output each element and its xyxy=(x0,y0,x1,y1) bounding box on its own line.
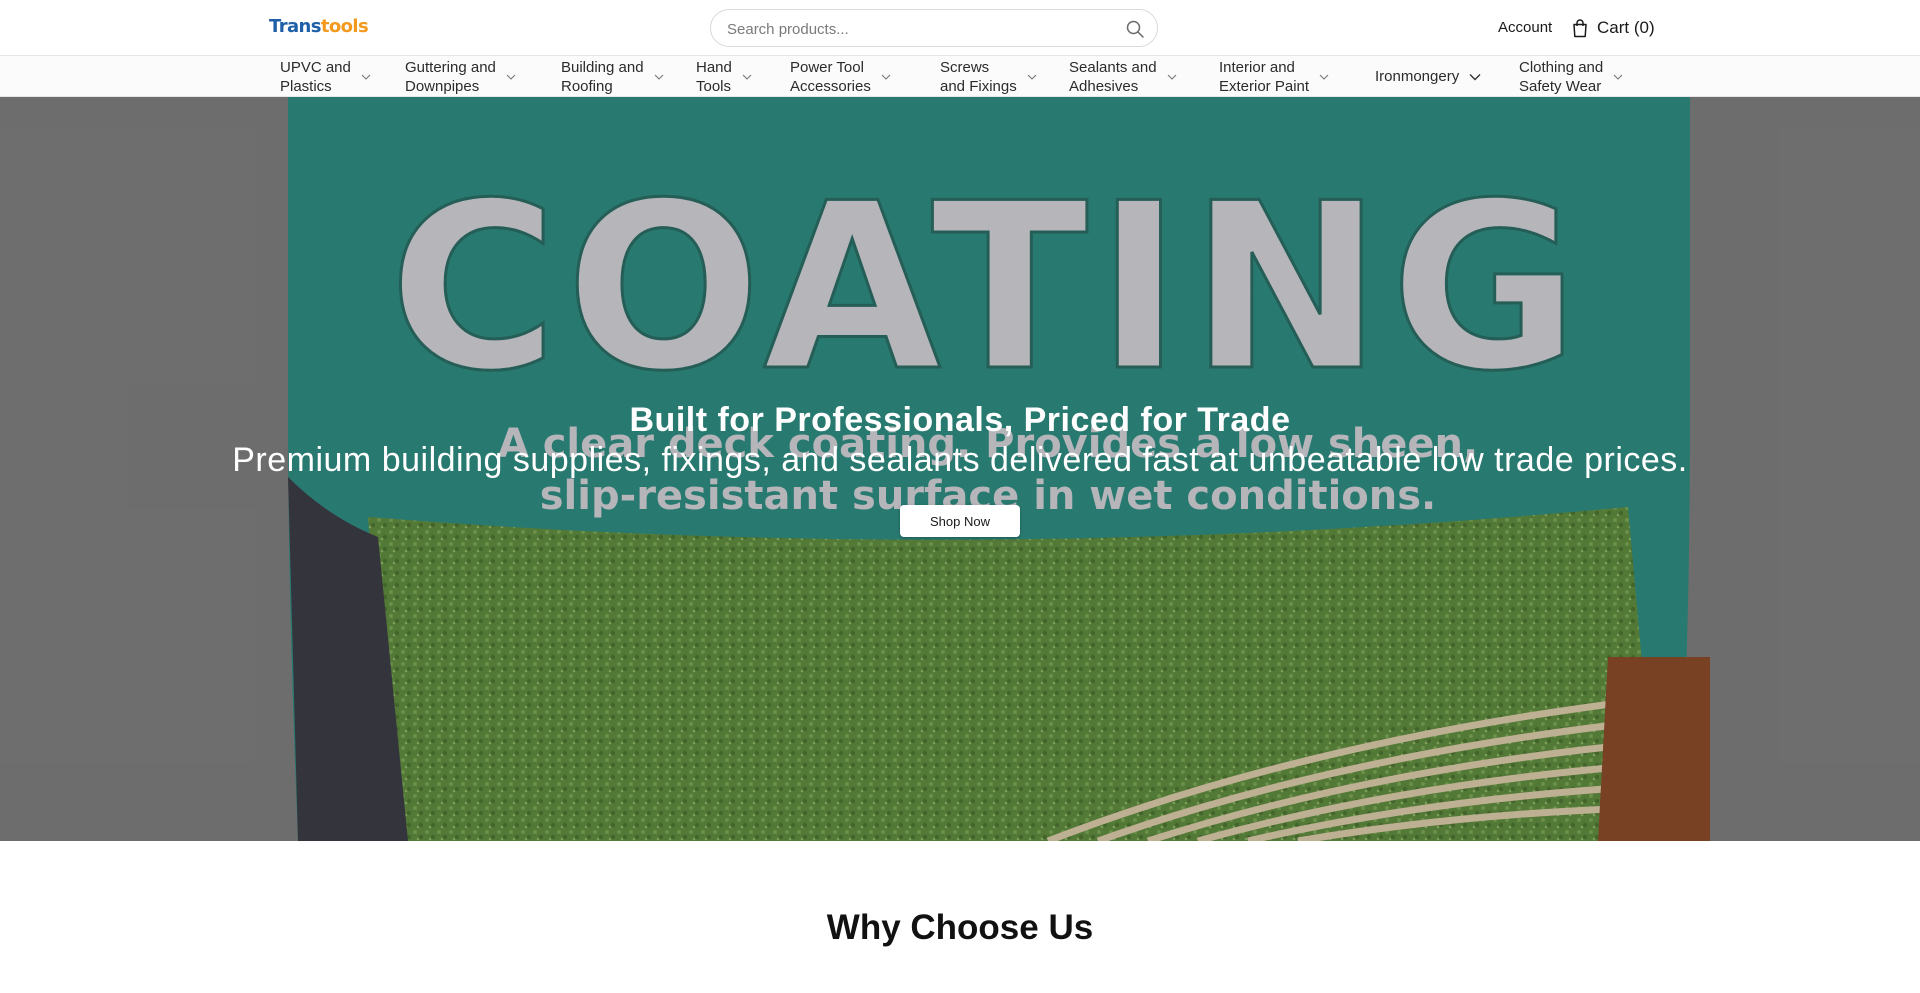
shop-now-button[interactable]: Shop Now xyxy=(900,505,1020,537)
chevron-down-icon xyxy=(506,74,516,80)
nav-item-building-roofing[interactable]: Building and Roofing xyxy=(561,56,664,97)
chevron-down-icon xyxy=(1319,74,1329,80)
cart-link[interactable]: Cart (0) xyxy=(1571,17,1655,39)
site-header: Transtools Account Cart (0) xyxy=(0,0,1920,56)
nav-item-label: Hand Tools xyxy=(696,58,732,95)
category-nav: UPVC and Plastics Guttering and Downpipe… xyxy=(0,56,1920,97)
chevron-down-icon xyxy=(654,74,663,80)
search-bar xyxy=(710,9,1158,47)
nav-item-label: UPVC and Plastics xyxy=(280,58,351,95)
nav-item-guttering-downpipes[interactable]: Guttering and Downpipes xyxy=(405,56,516,97)
chevron-down-icon xyxy=(361,74,371,80)
search-input[interactable] xyxy=(727,19,1107,39)
search-icon[interactable] xyxy=(1125,19,1145,39)
site-logo[interactable]: Transtools xyxy=(269,16,369,37)
nav-item-label: Clothing and Safety Wear xyxy=(1519,58,1604,95)
nav-item-sealants-adhesives[interactable]: Sealants and Adhesives xyxy=(1069,56,1177,97)
why-choose-us-heading: Why Choose Us xyxy=(826,908,1094,947)
nav-item-label: Screws and Fixings xyxy=(940,58,1017,95)
nav-item-ironmongery[interactable]: Ironmongery xyxy=(1375,56,1481,97)
hero-subtitle: Premium building supplies, fixings, and … xyxy=(232,441,1688,479)
chevron-down-icon xyxy=(742,74,752,80)
chevron-down-icon xyxy=(1469,73,1481,80)
logo-text-tools: tools xyxy=(320,16,369,37)
shopping-bag-icon xyxy=(1573,19,1587,38)
chevron-down-icon xyxy=(881,74,891,80)
nav-item-screws-fixings[interactable]: Screws and Fixings xyxy=(940,56,1037,97)
nav-item-label: Interior and Exterior Paint xyxy=(1219,58,1310,95)
hero-banner: COATING A clear deck coating. Provides a… xyxy=(0,97,1920,841)
nav-item-label: Guttering and Downpipes xyxy=(405,58,496,95)
nav-item-label: Building and Roofing xyxy=(561,58,644,95)
account-link[interactable]: Account xyxy=(1498,18,1552,38)
chevron-down-icon xyxy=(1167,74,1176,80)
hero-title: Built for Professionals, Priced for Trad… xyxy=(629,401,1291,439)
nav-item-interior-exterior-paint[interactable]: Interior and Exterior Paint xyxy=(1219,56,1329,97)
nav-item-label: Sealants and Adhesives xyxy=(1069,58,1157,95)
nav-item-power-tool-accessories[interactable]: Power Tool Accessories xyxy=(790,56,891,97)
chevron-down-icon xyxy=(1613,74,1623,80)
nav-item-hand-tools[interactable]: Hand Tools xyxy=(696,56,752,97)
nav-item-clothing-safety-wear[interactable]: Clothing and Safety Wear xyxy=(1519,56,1623,97)
nav-item-label: Ironmongery xyxy=(1375,68,1460,85)
chevron-down-icon xyxy=(1027,74,1037,80)
nav-item-label: Power Tool Accessories xyxy=(790,58,871,95)
cart-label: Cart (0) xyxy=(1597,18,1655,37)
logo-text-trans: Trans xyxy=(269,16,321,37)
nav-item-upvc-plastics[interactable]: UPVC and Plastics xyxy=(280,56,371,97)
